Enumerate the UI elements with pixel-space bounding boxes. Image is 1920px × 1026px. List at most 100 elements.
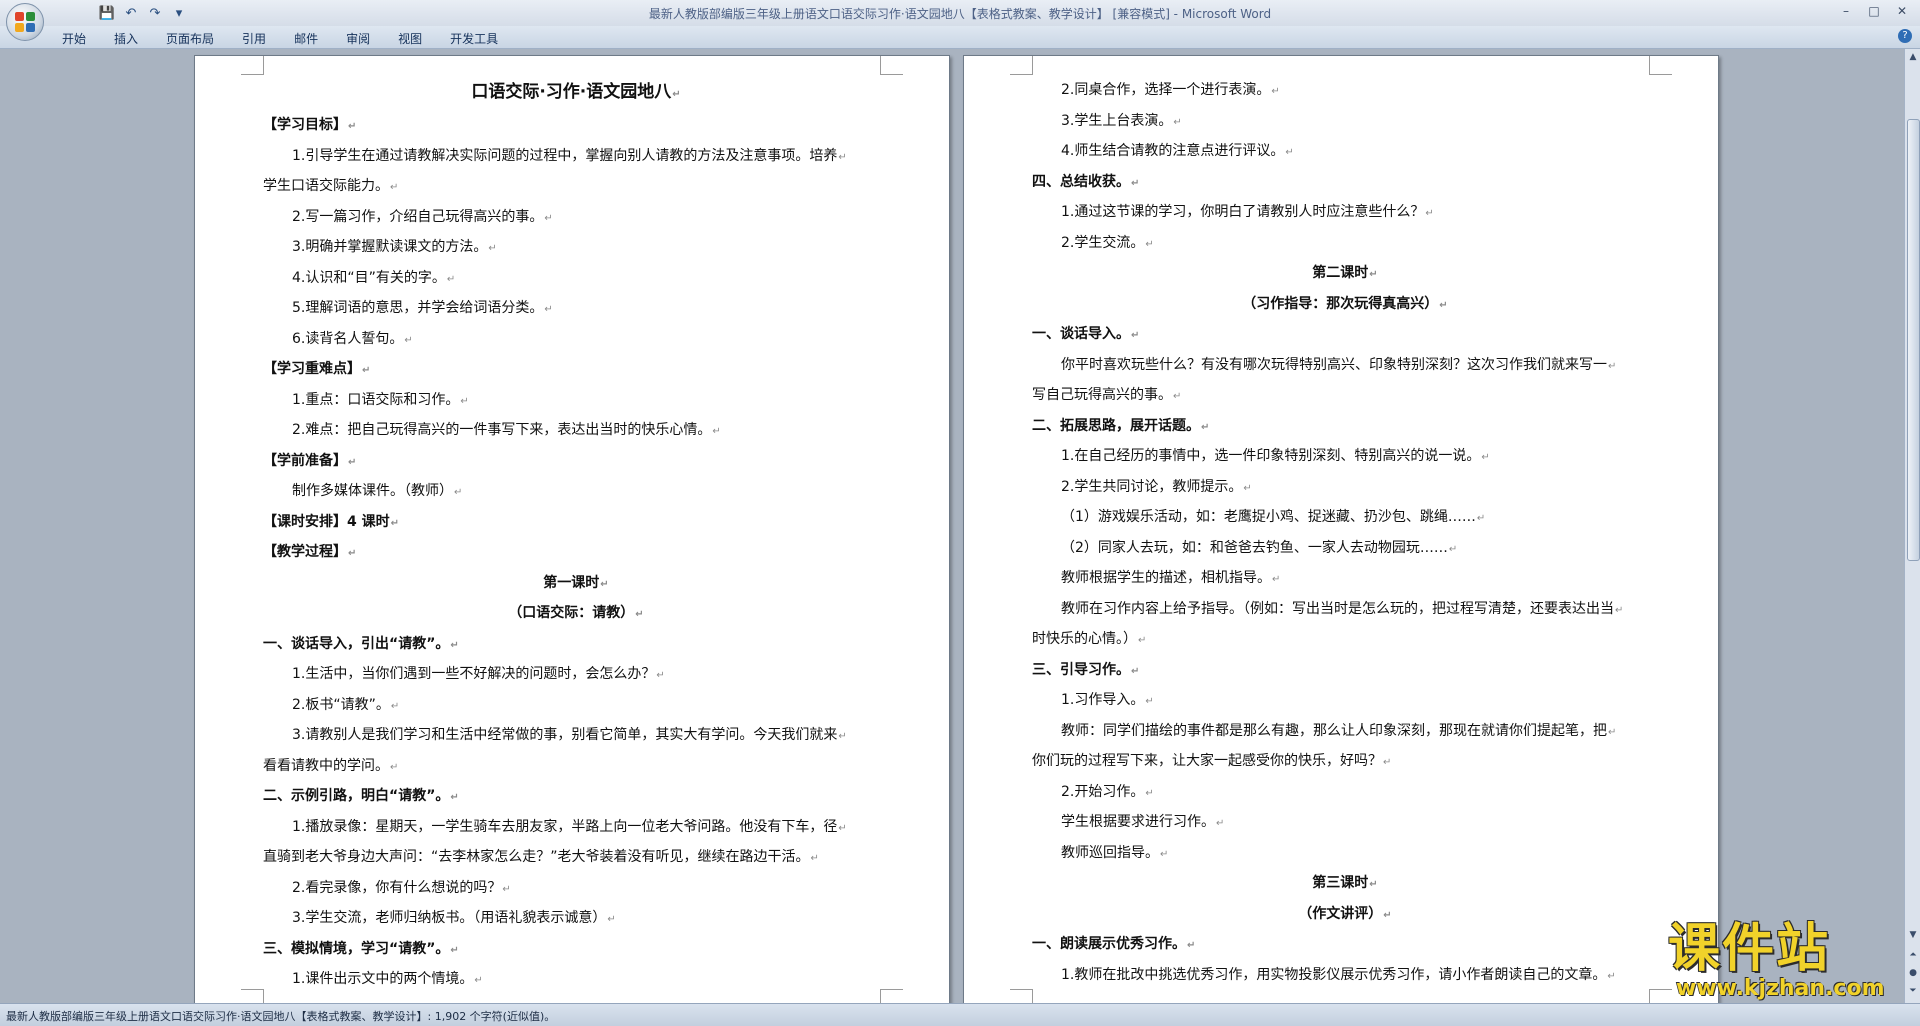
tab-mailings[interactable]: 邮件: [280, 28, 332, 49]
text-line: 一、谈话导入。↵: [1032, 320, 1658, 351]
line-text: 二、示例引路，明白“请教”。: [263, 788, 450, 804]
line-text: 学生根据要求进行习作。: [1061, 814, 1215, 830]
scroll-up-icon[interactable]: ▲: [1907, 51, 1919, 63]
paragraph-mark-icon: ↵: [1131, 177, 1140, 189]
paragraph-mark-icon: ↵: [1607, 970, 1616, 982]
line-text: 【学习目标】: [263, 117, 347, 133]
line-text: 一、朗读展示优秀习作。: [1032, 936, 1186, 952]
paragraph-mark-icon: ↵: [1243, 482, 1252, 494]
tab-insert[interactable]: 插入: [100, 28, 152, 49]
line-text: 2.写一篇习作，介绍自己玩得高兴的事。: [292, 208, 544, 225]
text-line: 5.理解词语的意思，并学会给词语分类。↵: [263, 294, 889, 325]
page-left[interactable]: 口语交际·习作·语文园地八↵ 【学习目标】↵ 1.引导学生在通过请教解决实际问题的过…: [194, 55, 950, 1003]
close-button[interactable]: ✕: [1890, 2, 1914, 20]
line-text: 【学前准备】: [263, 452, 347, 469]
line-text: 第二课时: [1312, 265, 1369, 281]
text-line: 2.同桌合作，选择一个进行表演。↵: [1032, 76, 1658, 107]
previous-page-icon[interactable]: ⏶: [1907, 949, 1919, 961]
text-line: 【学习目标】↵: [263, 111, 889, 142]
paragraph-mark-icon: ↵: [390, 761, 399, 773]
paragraph-mark-icon: ↵: [348, 548, 357, 559]
document-area: 口语交际·习作·语文园地八↵ 【学习目标】↵ 1.引导学生在通过请教解决实际问题的过…: [0, 49, 1904, 1003]
line-text: 你们玩的过程写下来，让大家一起感受你的快乐，好吗？: [1032, 753, 1382, 769]
text-line: 第二课时↵: [1032, 259, 1658, 290]
line-text: （2）同家人去玩，如：和爸爸去钓鱼、一家人去动物园玩……: [1061, 539, 1448, 556]
text-line: 教师巡回指导。↵: [1032, 839, 1658, 870]
text-line: 三、模拟情境，学习“请教”。↵: [263, 935, 889, 966]
browse-object-icon[interactable]: ●: [1907, 967, 1919, 979]
help-icon[interactable]: ?: [1898, 29, 1912, 43]
line-text: 【学习重难点】: [263, 361, 361, 377]
minimize-button[interactable]: –: [1834, 2, 1858, 20]
line-text: 教师在习作内容上给予指导。（例如：写出当时是怎么玩的，把过程写清楚，还要表达出当: [1061, 600, 1614, 617]
scroll-down-icon[interactable]: ▼: [1907, 929, 1919, 941]
line-text: 2.难点：把自己玩得高兴的一件事写下来，表达出当时的快乐心情。: [292, 422, 712, 438]
watermark-title: 课件站: [1668, 919, 1831, 979]
text-line: 2.写一篇习作，介绍自己玩得高兴的事。↵: [263, 203, 889, 234]
paragraph-mark-icon: ↵: [1425, 208, 1434, 219]
text-line: 第三课时↵: [1032, 869, 1658, 900]
text-line: 制作多媒体课件。（教师）↵: [263, 477, 889, 508]
text-line: 1.课件出示文中的两个情境。↵: [263, 965, 889, 996]
paragraph-mark-icon: ↵: [1173, 391, 1182, 402]
text-line: 时快乐的心情。）↵: [1032, 625, 1658, 656]
text-line: 学生根据要求进行习作。↵: [1032, 808, 1658, 839]
text-line: 1.播放录像：星期天，一学生骑车去朋友家，半路上向一位老大爷问路。他没有下车，径…: [263, 813, 889, 844]
text-line: 1.教师在批改中挑选优秀习作，用实物投影仪展示优秀习作，请小作者朗读自己的文章。…: [1032, 961, 1658, 992]
scrollbar-thumb[interactable]: [1907, 119, 1920, 561]
text-line: 2.看完录像，你有什么想说的吗？↵: [263, 874, 889, 905]
tab-view[interactable]: 视图: [384, 28, 436, 49]
line-text: 二、拓展思路，展开话题。: [1032, 417, 1200, 434]
window-title: 最新人教版部编版三年级上册语文口语交际习作·语文园地八【表格式教案、教学设计】 …: [648, 7, 1272, 21]
text-line: 口语交际·习作·语文园地八↵: [263, 76, 889, 111]
line-text: 1.课件出示文中的两个情境。: [292, 971, 474, 987]
vertical-scrollbar[interactable]: ▲ ▼ ⏶ ● ⏷: [1904, 49, 1920, 1003]
line-text: 教师：同学们描绘的事件都是那么有趣，那么让人印象深刻，那现在就请你们提起笔，把: [1061, 722, 1607, 739]
tab-page-layout[interactable]: 页面布局: [152, 28, 228, 49]
paragraph-mark-icon: ↵: [1145, 787, 1154, 799]
text-line: 2.学生交流。↵: [1032, 229, 1658, 260]
line-text: 4.师生结合请教的注意点进行评议。: [1061, 143, 1285, 159]
status-text: 最新人教版部编版三年级上册语文口语交际习作·语文园地八【表格式教案、教学设计】:…: [6, 1010, 556, 1023]
paragraph-mark-icon: ↵: [1285, 147, 1294, 158]
paragraph-mark-icon: ↵: [390, 517, 400, 529]
line-text: 3.明确并掌握默读课文的方法。: [292, 239, 488, 255]
tab-review[interactable]: 审阅: [332, 28, 384, 49]
margin-mark: [241, 989, 264, 1003]
paragraph-mark-icon: ↵: [838, 731, 847, 742]
paragraph-mark-icon: ↵: [1187, 940, 1196, 951]
paragraph-mark-icon: ↵: [607, 914, 616, 925]
text-line: 3.请教别人是我们学习和生活中经常做的事，别看它简单，其实大有学问。今天我们就来…: [263, 721, 889, 752]
tab-developer[interactable]: 开发工具: [436, 28, 512, 49]
next-page-icon[interactable]: ⏷: [1907, 985, 1919, 997]
line-text: 3.学生上台表演。: [1061, 112, 1173, 129]
maximize-button[interactable]: □: [1862, 2, 1886, 20]
text-line: （2）同家人去玩，如：和爸爸去钓鱼、一家人去动物园玩……↵: [1032, 534, 1658, 565]
line-text: 【课时安排】4 课时: [263, 513, 390, 530]
paragraph-mark-icon: ↵: [1481, 452, 1490, 463]
margin-mark: [241, 56, 264, 75]
line-text: （作文讲评）: [1298, 905, 1383, 922]
paragraph-mark-icon: ↵: [1615, 604, 1624, 616]
text-line: 2.学生共同讨论，教师提示。↵: [1032, 473, 1658, 504]
paragraph-mark-icon: ↵: [450, 944, 459, 956]
paragraph-mark-icon: ↵: [390, 182, 399, 193]
text-line: 2.开始习作。↵: [1032, 778, 1658, 809]
text-line: 一、谈话导入，引出“请教”。↵: [263, 630, 889, 661]
line-text: 三、模拟情境，学习“请教”。: [263, 940, 450, 957]
paragraph-mark-icon: ↵: [838, 151, 847, 163]
text-line: 1.重点：口语交际和习作。↵: [263, 386, 889, 417]
title-bar: 💾 ↶ ↷ ▾ 最新人教版部编版三年级上册语文口语交际习作·语文园地八【表格式教…: [0, 0, 1920, 26]
paragraph-mark-icon: ↵: [1608, 360, 1617, 372]
page-right[interactable]: 2.同桌合作，选择一个进行表演。↵ 3.学生上台表演。↵ 4.师生结合请教的注意点进…: [963, 55, 1719, 1003]
line-text: 1.引导学生在通过请教解决实际问题的过程中，掌握向别人请教的方法及注意事项。培养: [292, 147, 838, 164]
tab-home[interactable]: 开始: [48, 28, 100, 49]
line-text: 第一课时: [543, 574, 600, 591]
tab-references[interactable]: 引用: [228, 28, 280, 49]
line-text: 2.学生交流。: [1061, 234, 1145, 251]
office-logo-icon: [15, 12, 35, 32]
line-text: 2.看完录像，你有什么想说的吗？: [292, 879, 502, 896]
paragraph-mark-icon: ↵: [1383, 757, 1392, 768]
paragraph-mark-icon: ↵: [1271, 86, 1280, 97]
office-button[interactable]: [6, 3, 44, 41]
